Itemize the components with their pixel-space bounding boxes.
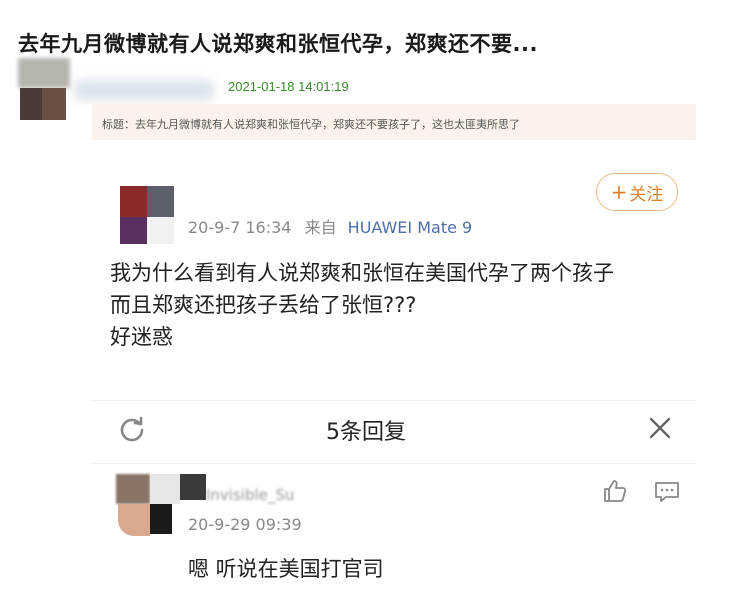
post-timestamp: 20-9-7 16:34 — [188, 218, 292, 237]
post-line: 我为什么看到有人说郑爽和张恒在美国代孕了两个孩子 — [110, 261, 614, 285]
comment-icon[interactable] — [654, 480, 680, 504]
reply-username[interactable]: Invisible_Su — [206, 486, 294, 504]
post-line: 而且郑爽还把孩子丢给了张恒??? — [110, 293, 417, 317]
plus-icon: + — [610, 180, 628, 204]
reply-count: 5条回复 — [326, 420, 406, 445]
divider — [92, 463, 696, 464]
follow-button[interactable]: + 关注 — [596, 173, 678, 211]
post-line: 好迷惑 — [110, 325, 173, 349]
title-banner-text: 标题：去年九月微博就有人说郑爽和张恒代孕，郑爽还不要孩子了，这也太匪夷所思了 — [102, 118, 520, 131]
follow-label: 关注 — [629, 184, 664, 205]
post-content: 我为什么看到有人说郑爽和张恒在美国代孕了两个孩子 而且郑爽还把孩子丢给了张恒??… — [110, 257, 614, 353]
author-avatar[interactable] — [18, 58, 70, 120]
author-name-blurred — [74, 80, 214, 100]
article-date: 2021-01-18 14:01:19 — [228, 79, 349, 94]
article-title: 去年九月微博就有人说郑爽和张恒代孕，郑爽还不要... — [18, 32, 538, 56]
post-meta: 20-9-7 16:34 来自 HUAWEI Mate 9 — [188, 214, 472, 238]
post-device[interactable]: HUAWEI Mate 9 — [348, 218, 473, 237]
close-icon[interactable] — [646, 414, 674, 442]
source-prefix: 来自 — [304, 218, 337, 237]
reply-timestamp: 20-9-29 09:39 — [188, 515, 302, 534]
reply-text: 嗯 听说在美国打官司 — [188, 557, 384, 581]
poster-avatar[interactable] — [120, 186, 174, 244]
thumbs-up-icon[interactable] — [602, 478, 628, 504]
